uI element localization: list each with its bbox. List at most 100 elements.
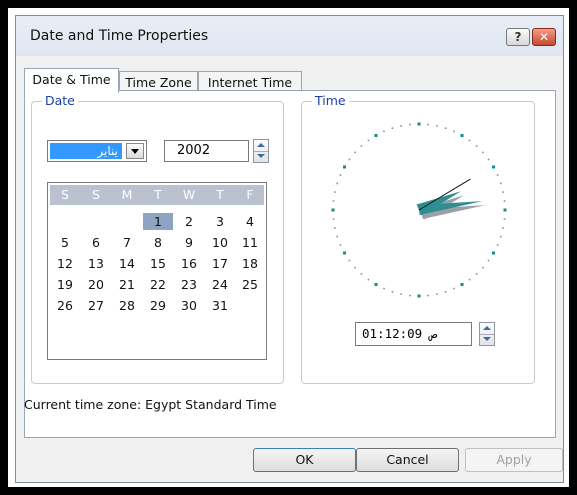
- clock-minute-tick: [427, 123, 429, 126]
- clock-hour-tick: [343, 251, 347, 255]
- calendar-day[interactable]: 22: [143, 276, 173, 293]
- calendar-day[interactable]: 13: [81, 255, 111, 272]
- weekday-label: S: [92, 187, 100, 202]
- clock-hour-tick: [417, 294, 421, 298]
- clock-minute-tick: [475, 145, 478, 147]
- clock-minute-tick: [482, 266, 484, 269]
- clock-hour-tick: [417, 122, 421, 126]
- clock-minute-tick: [409, 294, 411, 297]
- month-value: يناير: [50, 143, 122, 159]
- calendar-day[interactable]: 3: [205, 213, 235, 230]
- clock-minute-tick: [391, 290, 394, 293]
- calendar-day[interactable]: 30: [174, 297, 204, 314]
- clock-minute-tick: [468, 139, 471, 142]
- clock-minute-tick: [453, 287, 455, 290]
- calendar-day[interactable]: 23: [174, 276, 204, 293]
- dropdown-arrow-icon[interactable]: [126, 143, 144, 159]
- tab-panel-date-time: Date يناير 2002 S S M T W T F 1 2 3 4 5 …: [24, 90, 556, 438]
- clock-minute-tick: [444, 127, 447, 130]
- clock-minute-tick: [332, 218, 335, 220]
- time-spinner[interactable]: [479, 322, 495, 346]
- clock-minute-tick: [409, 123, 411, 126]
- calendar-day[interactable]: 31: [205, 297, 235, 314]
- weekday-label: T: [216, 187, 224, 202]
- clock-minute-tick: [444, 290, 447, 293]
- calendar-day[interactable]: 1: [143, 213, 173, 230]
- clock-minute-tick: [336, 235, 339, 238]
- calendar-day[interactable]: 15: [143, 255, 173, 272]
- time-group-legend: Time: [312, 93, 349, 108]
- calendar-day[interactable]: 6: [81, 234, 111, 251]
- clock-minute-tick: [468, 278, 471, 281]
- clock-minute-tick: [339, 244, 342, 246]
- clock-hour-tick: [491, 165, 495, 169]
- calendar-day[interactable]: 18: [235, 255, 265, 272]
- clock-minute-tick: [487, 158, 490, 161]
- calendar-day[interactable]: 28: [112, 297, 142, 314]
- calendar-day[interactable]: 27: [81, 297, 111, 314]
- clock-minute-tick: [383, 287, 385, 290]
- clock-minute-tick: [332, 200, 335, 202]
- help-icon[interactable]: ?: [506, 28, 530, 46]
- ok-button[interactable]: OK: [253, 448, 356, 472]
- calendar-day[interactable]: 29: [143, 297, 173, 314]
- calendar-day[interactable]: 26: [50, 297, 80, 314]
- cancel-button[interactable]: Cancel: [356, 448, 459, 472]
- calendar-day[interactable]: 21: [112, 276, 142, 293]
- calendar-day[interactable]: 14: [112, 255, 142, 272]
- clock-minute-tick: [502, 191, 504, 193]
- clock-hour-tick: [374, 282, 378, 286]
- calendar-day[interactable]: 8: [143, 234, 173, 251]
- calendar-day[interactable]: 17: [205, 255, 235, 272]
- clock-minute-tick: [436, 293, 438, 295]
- clock-minute-tick: [360, 273, 363, 275]
- clock-minute-tick: [354, 266, 356, 269]
- clock-minute-tick: [499, 235, 502, 238]
- clock-minute-tick: [503, 218, 506, 220]
- clock-minute-tick: [496, 174, 499, 176]
- calendar-day[interactable]: 24: [205, 276, 235, 293]
- weekday-label: F: [246, 187, 254, 202]
- calendar-day[interactable]: 12: [50, 255, 80, 272]
- calendar-day[interactable]: 4: [235, 213, 265, 230]
- apply-button[interactable]: Apply: [465, 448, 563, 472]
- calendar-day[interactable]: 19: [50, 276, 80, 293]
- date-group: Date يناير 2002 S S M T W T F 1 2 3 4 5 …: [31, 93, 284, 384]
- close-icon[interactable]: ✕: [532, 28, 556, 46]
- year-spinner[interactable]: [253, 139, 269, 163]
- weekday-label: T: [154, 187, 162, 202]
- calendar-day[interactable]: 7: [112, 234, 142, 251]
- clock-minute-tick: [482, 151, 484, 154]
- year-input[interactable]: 2002: [164, 140, 249, 162]
- calendar-grid[interactable]: S S M T W T F 1 2 3 4 5 6 7 8 9 10 11 12 13 14 15 16 17 1…: [47, 182, 267, 360]
- weekday-label: W: [182, 187, 196, 202]
- clock-minute-tick: [367, 278, 370, 281]
- spin-down-icon[interactable]: [480, 334, 494, 345]
- calendar-day[interactable]: 16: [174, 255, 204, 272]
- clock-minute-tick: [391, 127, 394, 130]
- calendar-day[interactable]: 25: [235, 276, 265, 293]
- date-time-dialog: Date and Time Properties ? ✕ Date & Time…: [15, 15, 564, 483]
- time-group: Time 01:12:09 ص: [301, 93, 535, 384]
- time-input[interactable]: 01:12:09 ص: [355, 322, 472, 346]
- calendar-day[interactable]: 9: [174, 234, 204, 251]
- clock-minute-tick: [400, 125, 402, 127]
- clock-minute-tick: [496, 244, 499, 246]
- clock-minute-tick: [503, 200, 506, 202]
- calendar-day[interactable]: 20: [81, 276, 111, 293]
- clock-minute-tick: [348, 158, 351, 161]
- clock-minute-tick: [336, 182, 339, 185]
- clock-minute-tick: [360, 145, 363, 147]
- clock-minute-tick: [453, 130, 455, 133]
- calendar-day[interactable]: 5: [50, 234, 80, 251]
- clock-hour-tick: [460, 282, 464, 286]
- clock-minute-tick: [502, 227, 504, 229]
- calendar-day[interactable]: 10: [205, 234, 235, 251]
- month-dropdown[interactable]: يناير: [47, 140, 147, 162]
- calendar-day[interactable]: 11: [235, 234, 265, 251]
- spin-down-icon[interactable]: [254, 151, 268, 162]
- calendar-day[interactable]: 2: [174, 213, 204, 230]
- tab-date-time[interactable]: Date & Time: [24, 68, 119, 93]
- clock-hour-tick: [460, 134, 464, 138]
- clock-hands: [416, 178, 486, 220]
